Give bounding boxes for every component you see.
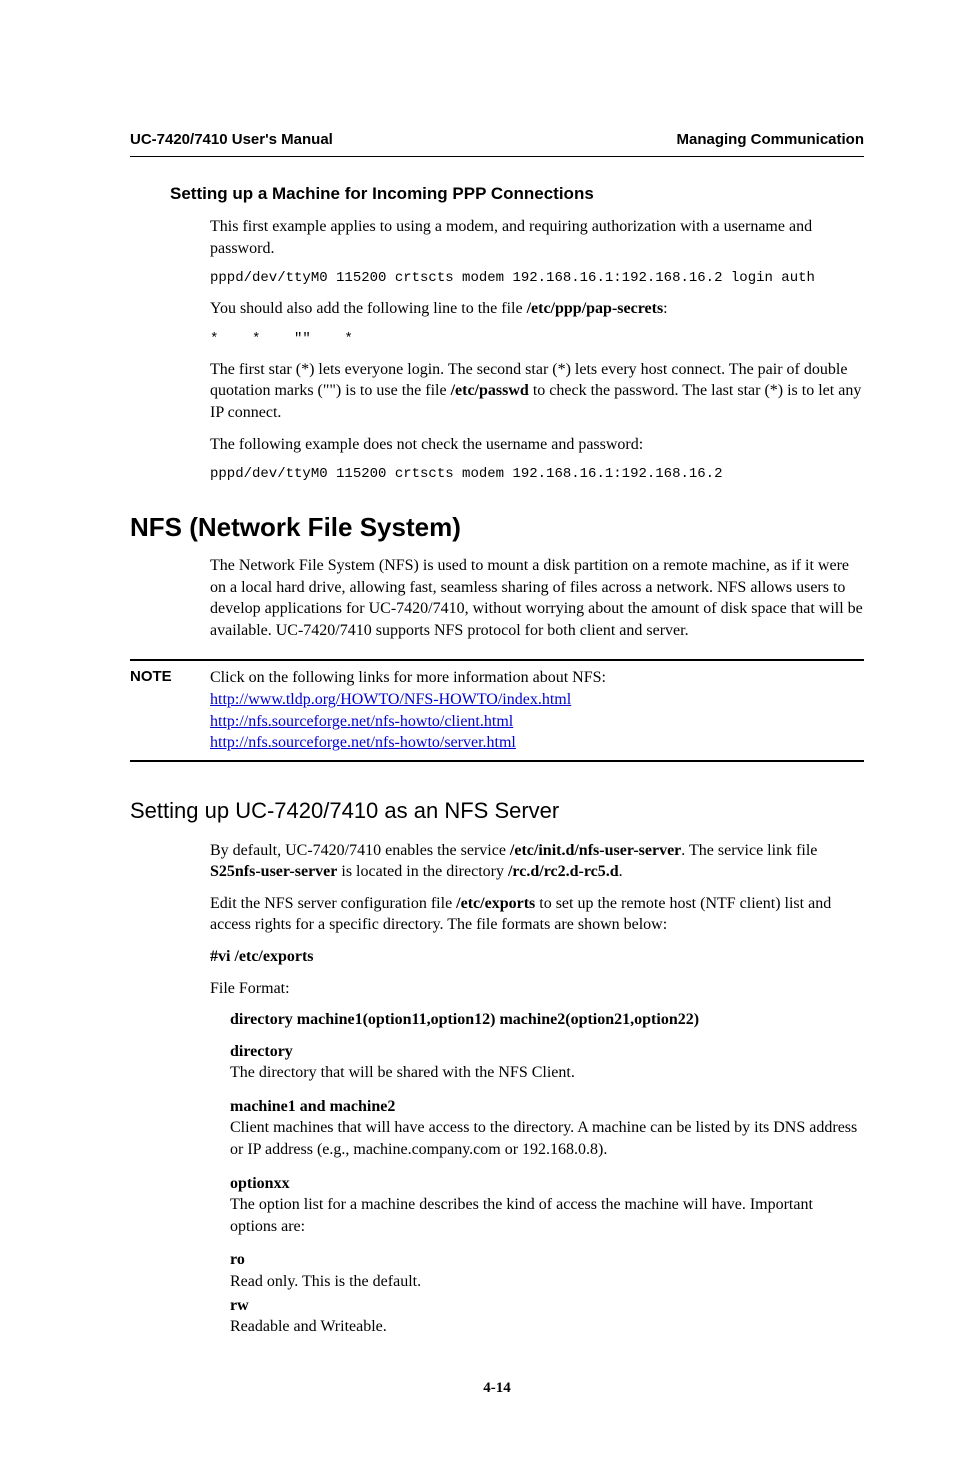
subsection-heading-nfs-server: Setting up UC-7420/7410 as an NFS Server	[130, 796, 864, 826]
text: directory machine1(option11,option12) ma…	[230, 1011, 699, 1028]
section-heading-nfs: NFS (Network File System)	[130, 510, 864, 545]
paragraph: This first example applies to using a mo…	[210, 216, 864, 259]
paragraph: The Network File System (NFS) is used to…	[210, 555, 864, 641]
paragraph: Edit the NFS server configuration file /…	[210, 893, 864, 936]
command-line: #vi /etc/exports	[210, 946, 864, 968]
definition-desc: The directory that will be shared with t…	[230, 1064, 575, 1081]
subsection-heading-ppp: Setting up a Machine for Incoming PPP Co…	[170, 183, 864, 206]
note-link-2[interactable]: http://nfs.sourceforge.net/nfs-howto/cli…	[210, 713, 513, 730]
definition-item: ro Read only. This is the default.	[230, 1249, 864, 1292]
definition-item: machine1 and machine2 Client machines th…	[230, 1096, 864, 1161]
definition-term: optionxx	[230, 1175, 290, 1192]
text: . The service link file	[681, 842, 817, 859]
text: #vi /etc/exports	[210, 948, 314, 965]
definition-item: directory The directory that will be sha…	[230, 1041, 864, 1084]
section-nfs-server-body: By default, UC-7420/7410 enables the ser…	[210, 840, 864, 1000]
running-header: UC-7420/7410 User's Manual Managing Comm…	[130, 130, 864, 150]
code-block: pppd/dev/ttyM0 115200 crtscts modem 192.…	[210, 465, 864, 484]
code-block: * * "" *	[210, 330, 864, 349]
page-number: 4-14	[130, 1378, 864, 1398]
label: File Format:	[210, 978, 864, 1000]
paragraph: You should also add the following line t…	[210, 298, 864, 320]
note-body: Click on the following links for more in…	[210, 667, 864, 753]
format-line: directory machine1(option11,option12) ma…	[230, 1009, 864, 1031]
file-name: S25nfs-user-server	[210, 863, 337, 880]
paragraph: The following example does not check the…	[210, 434, 864, 456]
paragraph: The first star (*) lets everyone login. …	[210, 359, 864, 424]
file-path: /rc.d/rc2.d-rc5.d	[508, 863, 619, 880]
definition-desc: The option list for a machine describes …	[230, 1196, 813, 1235]
file-path: /etc/init.d/nfs-user-server	[510, 842, 681, 859]
definition-term: directory	[230, 1043, 293, 1060]
text: Edit the NFS server configuration file	[210, 895, 456, 912]
text: .	[619, 863, 623, 880]
note-intro: Click on the following links for more in…	[210, 667, 864, 689]
definition-term: machine1 and machine2	[230, 1098, 395, 1115]
definition-item: rw Readable and Writeable.	[230, 1295, 864, 1338]
paragraph: By default, UC-7420/7410 enables the ser…	[210, 840, 864, 883]
note-link-1[interactable]: http://www.tldp.org/HOWTO/NFS-HOWTO/inde…	[210, 691, 571, 708]
running-header-right: Managing Communication	[677, 130, 865, 150]
definition-term: rw	[230, 1297, 249, 1314]
file-path: /etc/exports	[456, 895, 535, 912]
page: UC-7420/7410 User's Manual Managing Comm…	[0, 0, 954, 1458]
text: is located in the directory	[337, 863, 508, 880]
running-header-left: UC-7420/7410 User's Manual	[130, 130, 333, 150]
code-block: pppd/dev/ttyM0 115200 crtscts modem 192.…	[210, 269, 864, 288]
definition-desc: Read only. This is the default.	[230, 1273, 421, 1290]
section-nfs-body: The Network File System (NFS) is used to…	[210, 555, 864, 641]
definition-term: ro	[230, 1251, 245, 1268]
text: By default, UC-7420/7410 enables the ser…	[210, 842, 510, 859]
definition-block: directory machine1(option11,option12) ma…	[230, 1009, 864, 1338]
note-label: NOTE	[130, 667, 210, 753]
file-path: /etc/ppp/pap-secrets	[527, 300, 664, 317]
definition-item: optionxx The option list for a machine d…	[230, 1173, 864, 1238]
note-box: NOTE Click on the following links for mo…	[130, 659, 864, 761]
definition-desc: Client machines that will have access to…	[230, 1119, 857, 1158]
text: :	[663, 300, 667, 317]
text: You should also add the following line t…	[210, 300, 527, 317]
section-ppp-body: This first example applies to using a mo…	[210, 216, 864, 484]
file-path: /etc/passwd	[451, 382, 529, 399]
note-link-3[interactable]: http://nfs.sourceforge.net/nfs-howto/ser…	[210, 734, 516, 751]
definition-desc: Readable and Writeable.	[230, 1318, 387, 1335]
header-rule	[130, 156, 864, 157]
